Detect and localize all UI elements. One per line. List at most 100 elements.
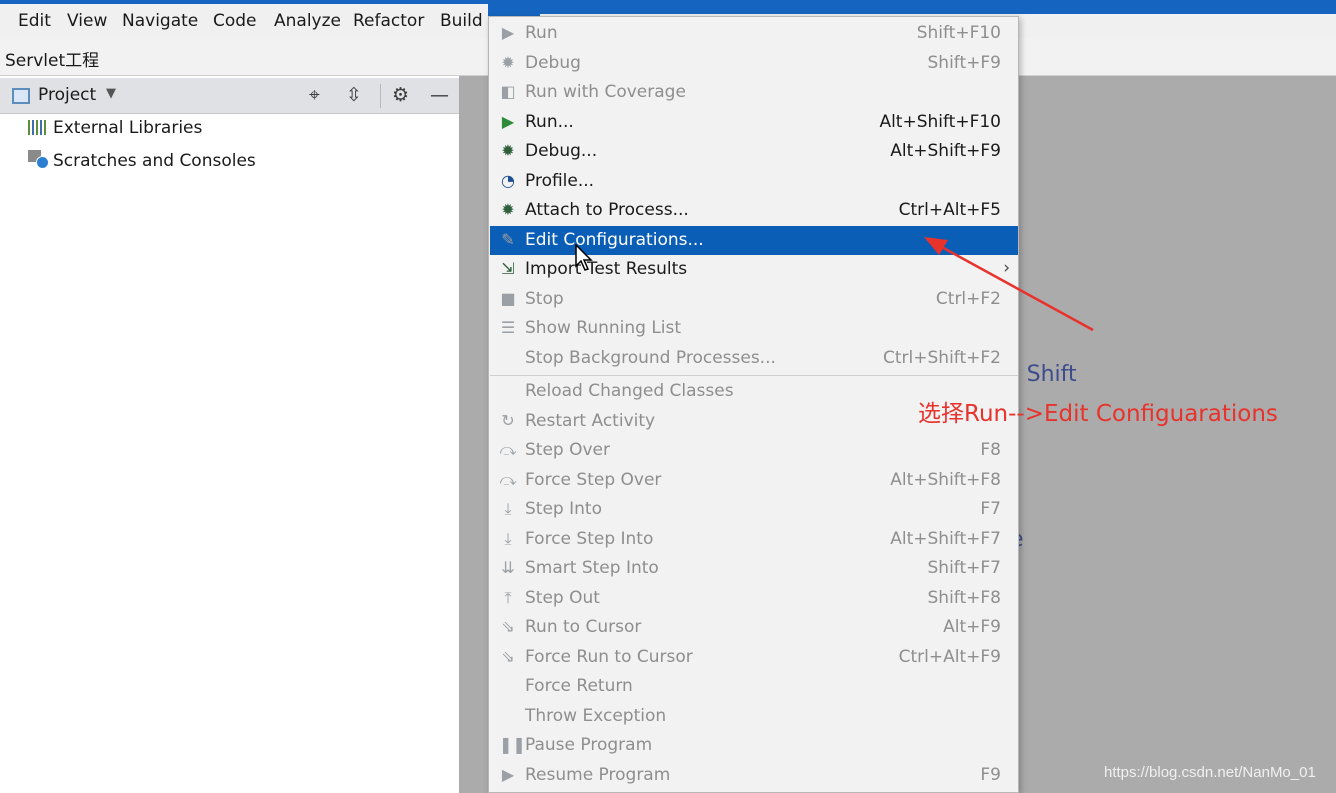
step-out-icon: ⤒ — [504, 587, 512, 607]
menu-item-label: Smart Step Into — [525, 558, 659, 578]
menu-analyze[interactable]: Analyze — [274, 11, 341, 31]
menu-item-label: Step Into — [525, 499, 602, 519]
menu-item-shortcut: Shift+F8 — [927, 587, 1001, 608]
menu-item-step-over[interactable]: ⤼ Step Over F8 — [490, 436, 1018, 465]
resume-icon: ▶ — [501, 764, 515, 784]
gear-icon[interactable]: ⚙ — [392, 84, 409, 106]
menu-item-force-run-to-cursor[interactable]: ⇘ Force Run to Cursor Ctrl+Alt+F9 — [490, 643, 1018, 672]
debug-icon: ✹ — [501, 141, 515, 160]
tree-item-scratches[interactable]: Scratches and Consoles — [28, 148, 256, 174]
menu-item-run[interactable]: ▶ Run... Alt+Shift+F10 — [490, 108, 1018, 137]
project-title[interactable]: Project — [38, 85, 96, 105]
menu-item-run-to-cursor[interactable]: ⇘ Run to Cursor Alt+F9 — [490, 613, 1018, 642]
menu-item-edit-configurations[interactable]: ✎ Edit Configurations... — [490, 225, 1018, 255]
menu-item-show-running-list[interactable]: ☰ Show Running List — [490, 314, 1018, 343]
menu-item-step-into[interactable]: ⤓ Step Into F7 — [490, 495, 1018, 524]
menu-item-run[interactable]: ▶ Run Shift+F10 — [490, 19, 1018, 48]
hide-icon[interactable]: — — [430, 84, 449, 106]
menu-item-throw-exception[interactable]: Throw Exception — [490, 702, 1018, 731]
menu-item-label: Import Test Results — [525, 259, 688, 279]
menu-item-step-out[interactable]: ⤒ Step Out Shift+F8 — [490, 584, 1018, 613]
menu-item-stop[interactable]: ■ Stop Ctrl+F2 — [490, 285, 1018, 314]
libraries-icon — [28, 120, 48, 135]
restart-icon: ↻ — [501, 410, 515, 430]
menu-item-label: Force Step Into — [525, 528, 654, 549]
chevron-down-icon[interactable]: ▼ — [106, 86, 116, 101]
run-icon: ▶ — [501, 23, 515, 42]
menu-item-label: Run to Cursor — [525, 617, 642, 637]
menu-item-label: Run... — [525, 111, 574, 132]
collapse-all-icon[interactable]: ⇳ — [346, 84, 362, 106]
menu-item-label: Edit Configurations... — [525, 229, 704, 250]
import-test-results-icon: ⇲ — [501, 259, 515, 278]
watermark: https://blog.csdn.net/NanMo_01 — [1104, 764, 1316, 781]
menu-item-attach-to-process[interactable]: ✹ Attach to Process... Ctrl+Alt+F5 — [490, 196, 1018, 225]
menu-build[interactable]: Build — [440, 11, 483, 31]
menu-item-shortcut: Alt+Shift+F10 — [879, 111, 1001, 132]
mouse-cursor-icon — [575, 244, 593, 271]
project-tool-window: Project ▼ ⌖ ⇳ ⚙ — External Libraries Scr… — [0, 76, 459, 793]
menu-item-label: Stop Background Processes... — [525, 347, 776, 368]
menu-item-force-return[interactable]: Force Return — [490, 672, 1018, 701]
menu-item-pause-program[interactable]: ❚❚ Pause Program — [490, 731, 1018, 760]
menu-item-label: Restart Activity — [525, 410, 656, 431]
menu-item-stop-background-processes[interactable]: Stop Background Processes... Ctrl+Shift+F… — [490, 344, 1018, 373]
menu-item-debug[interactable]: ✹ Debug... Alt+Shift+F9 — [490, 137, 1018, 166]
menu-item-force-step-into[interactable]: ⤓ Force Step Into Alt+Shift+F7 — [490, 525, 1018, 554]
force-step-over-icon: ⤼ — [499, 469, 517, 489]
menu-item-debug[interactable]: ✹ Debug Shift+F9 — [490, 49, 1018, 78]
menu-code[interactable]: Code — [213, 11, 257, 31]
menu-item-profile[interactable]: ◔ Profile... — [490, 167, 1018, 196]
coverage-icon: ◧ — [500, 82, 516, 101]
tree-item-label: Scratches and Consoles — [53, 151, 256, 171]
tree-item-label: External Libraries — [53, 118, 203, 138]
menu-item-label: Show Running List — [525, 318, 682, 338]
step-into-icon: ⤓ — [504, 499, 512, 518]
menu-item-label: Debug... — [525, 141, 598, 161]
menu-item-label: Run — [525, 23, 558, 43]
menu-separator — [490, 375, 1018, 376]
menu-item-force-step-over[interactable]: ⤼ Force Step Over Alt+Shift+F8 — [490, 466, 1018, 495]
menu-item-shortcut: Alt+Shift+F8 — [890, 469, 1001, 490]
profile-icon: ◔ — [501, 170, 515, 190]
scratches-icon — [28, 150, 49, 169]
menu-navigate[interactable]: Navigate — [122, 11, 198, 31]
stop-icon: ■ — [500, 288, 516, 308]
force-step-into-icon: ⤓ — [504, 528, 512, 548]
menu-item-shortcut: F9 — [980, 764, 1001, 785]
menu-item-label: Attach to Process... — [525, 200, 689, 220]
menu-item-shortcut: Alt+Shift+F9 — [890, 141, 1001, 161]
tree-item-external-libraries[interactable]: External Libraries — [28, 118, 202, 144]
annotation-text: 选择Run-->Edit Configuarations — [918, 401, 1278, 427]
menu-refactor[interactable]: Refactor — [353, 11, 424, 31]
menu-item-shortcut: Shift+F7 — [927, 558, 1001, 578]
menu-item-label: Debug — [525, 52, 581, 73]
menu-item-label: Step Over — [525, 440, 610, 460]
menu-view[interactable]: View — [67, 11, 107, 31]
run-icon: ▶ — [501, 111, 515, 131]
project-header: Project ▼ ⌖ ⇳ ⚙ — — [0, 78, 459, 114]
menu-item-label: Stop — [525, 288, 564, 309]
breadcrumb[interactable]: Servlet工程 — [5, 46, 99, 71]
running-list-icon: ☰ — [500, 318, 516, 337]
menu-item-shortcut: Shift+F9 — [927, 52, 1001, 73]
menu-item-smart-step-into[interactable]: ⇊ Smart Step Into Shift+F7 — [490, 554, 1018, 583]
menu-item-shortcut: Ctrl+F2 — [935, 288, 1001, 309]
menu-item-label: Force Return — [525, 676, 633, 696]
menu-item-shortcut: Alt+F9 — [943, 617, 1001, 637]
chevron-right-icon: › — [1003, 258, 1010, 278]
attach-process-icon: ✹ — [501, 200, 515, 219]
pause-icon: ❚❚ — [499, 735, 526, 754]
locate-icon[interactable]: ⌖ — [309, 84, 320, 106]
menu-item-label: Resume Program — [525, 764, 671, 785]
step-over-icon: ⤼ — [499, 440, 517, 459]
menu-item-label: Throw Exception — [525, 705, 667, 726]
menu-edit[interactable]: Edit — [18, 11, 51, 31]
menu-item-resume-program[interactable]: ▶ Resume Program F9 — [490, 761, 1018, 790]
menu-item-shortcut: F8 — [980, 440, 1001, 460]
project-view-icon — [12, 88, 30, 104]
menu-item-label: Profile... — [525, 170, 595, 191]
menu-item-run-with-coverage[interactable]: ◧ Run with Coverage — [490, 78, 1018, 107]
edit-configurations-icon: ✎ — [501, 229, 515, 249]
menu-item-import-test-results[interactable]: ⇲ Import Test Results › — [490, 255, 1018, 284]
